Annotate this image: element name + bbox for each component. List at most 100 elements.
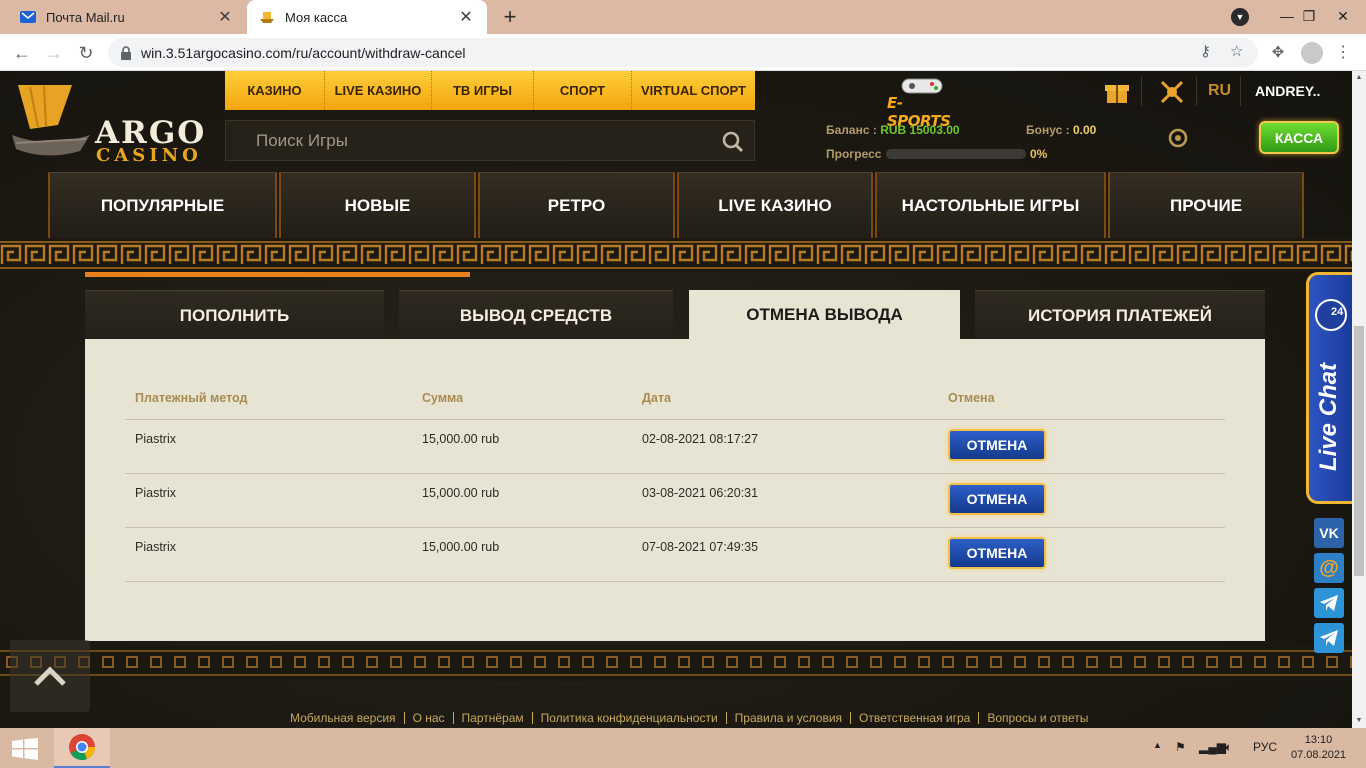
decorative-meander-border <box>0 238 1352 272</box>
clock-time: 13:10 <box>1304 734 1333 746</box>
footer-link-terms[interactable]: Правила и условия <box>727 711 850 725</box>
balance-label: Баланс : <box>826 123 877 137</box>
game-search-input[interactable] <box>256 130 696 151</box>
profile-avatar[interactable] <box>1301 42 1323 64</box>
new-tab-button[interactable]: + <box>497 4 523 30</box>
scroll-down-arrow-icon[interactable]: ▼ <box>1352 714 1366 728</box>
browser-tab-mail[interactable]: Почта Mail.ru ✕ <box>8 0 246 34</box>
footer-link-partners[interactable]: Партнёрам <box>454 711 532 725</box>
windows-start-icon[interactable] <box>12 738 38 760</box>
footer-link-faq[interactable]: Вопросы и ответы <box>979 711 1096 725</box>
footer-link-mobile[interactable]: Мобильная версия <box>282 711 404 725</box>
chrome-taskbar-button[interactable] <box>54 728 110 768</box>
divider <box>1196 76 1197 106</box>
tray-expand-icon[interactable]: ▲ <box>1153 740 1162 750</box>
tab-deposit[interactable]: ПОПОЛНИТЬ <box>85 290 384 340</box>
tab-cancel-withdraw[interactable]: ОТМЕНА ВЫВОДА <box>689 290 960 340</box>
chrome-icon <box>69 734 95 761</box>
category-retro[interactable]: РЕТРО <box>478 172 675 238</box>
progress-accent-line <box>85 272 470 277</box>
bookmark-star-icon[interactable]: ☆ <box>1230 42 1243 60</box>
amount: 15,000.00 rub <box>422 527 642 582</box>
category-live-casino[interactable]: LIVE КАЗИНО <box>677 172 873 238</box>
cancel-cell: ОТМЕНА <box>948 419 1225 474</box>
cancel-withdrawal-button[interactable]: ОТМЕНА <box>948 536 1046 569</box>
browser-tab-bar: Почта Mail.ru ✕ Моя касса ✕ + ▼ — ❐ ✕ <box>0 0 1366 34</box>
vk-icon[interactable]: VK <box>1314 518 1344 548</box>
vk-glyph: VK <box>1319 525 1339 541</box>
logo-casino-text: CASINO <box>96 145 202 166</box>
nav-virtual-sport[interactable]: VIRTUAL СПОРТ <box>632 71 755 110</box>
search-icon[interactable] <box>722 131 744 153</box>
reload-icon[interactable]: ↻ <box>73 40 99 66</box>
close-tab-icon[interactable]: ✕ <box>457 7 475 27</box>
flag-icon[interactable]: ⚑ <box>1175 740 1186 754</box>
bonus-value: 0.00 <box>1072 123 1097 137</box>
username[interactable]: ANDREY.. <box>1255 83 1320 99</box>
nav-sport[interactable]: СПОРТ <box>534 71 632 110</box>
mail-at-icon[interactable]: @ <box>1314 553 1344 583</box>
date: 07-08-2021 07:49:35 <box>642 527 948 582</box>
close-tab-icon[interactable]: ✕ <box>216 7 234 27</box>
system-clock[interactable]: 13:10 07.08.2021 <box>1291 733 1346 763</box>
cancel-withdrawal-button[interactable]: ОТМЕНА <box>948 482 1046 515</box>
clock-date: 07.08.2021 <box>1291 749 1347 761</box>
telegram-icon[interactable] <box>1314 588 1344 618</box>
kassa-button[interactable]: КАССА <box>1259 121 1339 154</box>
argo-casino-logo[interactable]: ARGO CASINO <box>10 83 204 166</box>
footer-link-responsible-gaming[interactable]: Ответственная игра <box>851 711 978 725</box>
amount: 15,000.00 rub <box>422 473 642 528</box>
footer-link-about[interactable]: О нас <box>405 711 453 725</box>
scroll-up-arrow-icon[interactable]: ▲ <box>1352 71 1366 85</box>
telegram-icon[interactable] <box>1314 623 1344 653</box>
menu-kebab-icon[interactable]: ⋮ <box>1335 42 1351 62</box>
cancel-withdrawal-button[interactable]: ОТМЕНА <box>948 428 1046 461</box>
progress-label: Прогресс <box>826 147 882 161</box>
column-header: Платежный метод <box>125 383 422 420</box>
ship-favicon-icon <box>259 9 275 25</box>
footer-link-privacy[interactable]: Политика конфиденциальности <box>533 711 726 725</box>
date: 02-08-2021 08:17:27 <box>642 419 948 474</box>
nav-casino[interactable]: КАЗИНО <box>225 71 325 110</box>
top-navigation: КАЗИНО LIVE КАЗИНО ТВ ИГРЫ СПОРТ VIRTUAL… <box>225 71 755 110</box>
nav-live-casino[interactable]: LIVE КАЗИНО <box>325 71 432 110</box>
category-popular[interactable]: ПОПУЛЯРНЫЕ <box>48 172 277 238</box>
page-scrollbar[interactable]: ▲ ▼ <box>1352 71 1366 728</box>
table-header-row: Платежный метод Сумма Дата Отмена <box>125 383 1225 420</box>
nav-tv-games[interactable]: ТВ ИГРЫ <box>432 71 534 110</box>
scroll-to-top-button[interactable] <box>10 640 90 712</box>
live-chat-label: Live Chat <box>1315 362 1342 471</box>
key-icon[interactable]: ⚷ <box>1200 42 1211 60</box>
input-language[interactable]: РУС <box>1253 740 1277 754</box>
game-search-bar <box>225 120 755 161</box>
category-table-games[interactable]: НАСТОЛЬНЫЕ ИГРЫ <box>875 172 1106 238</box>
tab-withdraw[interactable]: ВЫВОД СРЕДСТВ <box>399 290 673 340</box>
forward-arrow-icon[interactable]: → <box>41 40 67 66</box>
divider <box>1141 76 1142 106</box>
tournament-swords-icon[interactable] <box>1159 79 1185 105</box>
balance-value: RUB 15003.00 <box>880 123 960 137</box>
payment-method: Piastrix <box>125 473 422 528</box>
table-row: Piastrix 15,000.00 rub 02-08-2021 08:17:… <box>125 419 1225 474</box>
window-close-icon[interactable]: ✕ <box>1320 0 1366 34</box>
network-icon[interactable]: ▂▄▆ <box>1199 740 1226 754</box>
browser-tab-kassa[interactable]: Моя касса ✕ <box>247 0 487 34</box>
category-other[interactable]: ПРОЧИЕ <box>1108 172 1304 238</box>
tab-payment-history[interactable]: ИСТОРИЯ ПЛАТЕЖЕЙ <box>975 290 1265 340</box>
volume-icon[interactable]: 🔈︎ <box>1225 740 1232 755</box>
live-chat-button[interactable]: 24 Live Chat <box>1306 272 1352 504</box>
gift-icon[interactable] <box>1104 79 1130 105</box>
payment-method: Piastrix <box>125 419 422 474</box>
address-bar[interactable]: win.3.51argocasino.com/ru/account/withdr… <box>108 38 1258 67</box>
extensions-puzzle-icon[interactable]: ✥ <box>1268 43 1288 63</box>
language-switch[interactable]: RU <box>1208 82 1231 100</box>
scrollbar-thumb[interactable] <box>1354 326 1364 576</box>
esports-logo[interactable]: E-SPORTS <box>884 75 964 130</box>
column-header: Дата <box>642 383 948 420</box>
payment-method: Piastrix <box>125 527 422 582</box>
category-new[interactable]: НОВЫЕ <box>279 172 476 238</box>
date: 03-08-2021 06:20:31 <box>642 473 948 528</box>
tab-search-icon[interactable]: ▼ <box>1231 8 1249 26</box>
back-arrow-icon[interactable]: ← <box>9 40 35 66</box>
refresh-balance-icon[interactable] <box>1167 127 1189 149</box>
